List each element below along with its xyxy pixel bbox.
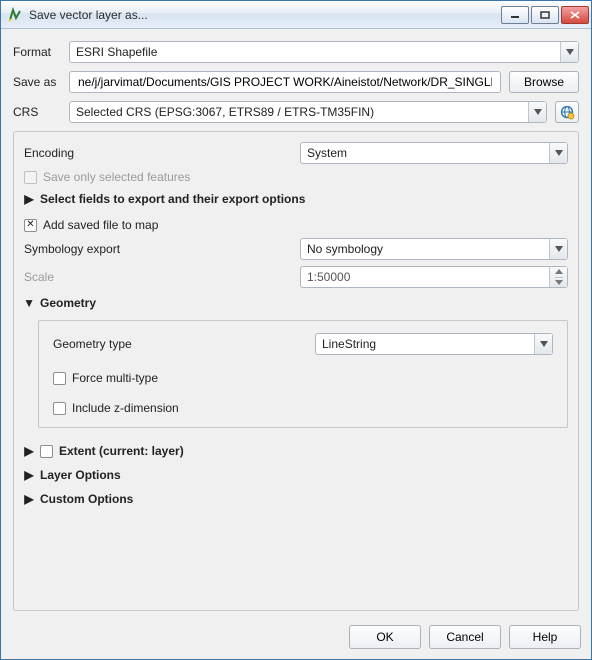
force-multi-label: Force multi-type xyxy=(72,371,158,385)
crs-label: CRS xyxy=(13,105,61,119)
scale-value: 1:50000 xyxy=(307,270,350,284)
geometry-panel: Geometry type LineString Force multi-typ… xyxy=(38,320,568,428)
crs-picker-button[interactable] xyxy=(555,101,579,123)
save-selected-label: Save only selected features xyxy=(43,170,190,184)
layer-options-label: Layer Options xyxy=(40,468,121,482)
force-multi-row: Force multi-type xyxy=(53,371,553,385)
saveas-field[interactable] xyxy=(76,74,494,90)
symbology-select[interactable]: No symbology xyxy=(300,238,568,260)
add-to-map-row: ✕ Add saved file to map xyxy=(24,218,568,232)
geometry-toggle[interactable]: ▼ Geometry xyxy=(24,294,568,312)
extent-checkbox[interactable] xyxy=(40,445,53,458)
dialog-content: Format ESRI Shapefile Save as Browse CRS… xyxy=(1,29,591,617)
app-icon xyxy=(7,7,23,23)
encoding-label: Encoding xyxy=(24,146,294,160)
encoding-select[interactable]: System xyxy=(300,142,568,164)
save-selected-checkbox xyxy=(24,171,37,184)
window-buttons xyxy=(501,6,589,24)
symbology-value: No symbology xyxy=(307,242,383,256)
chevron-right-icon: ▶ xyxy=(24,444,34,458)
saveas-label: Save as xyxy=(13,75,61,89)
force-multi-checkbox[interactable] xyxy=(53,372,66,385)
saveas-input[interactable] xyxy=(69,71,501,93)
geometry-type-value: LineString xyxy=(322,337,376,351)
dialog-window: Save vector layer as... Format ESRI Shap… xyxy=(0,0,592,660)
crs-row: CRS Selected CRS (EPSG:3067, ETRS89 / ET… xyxy=(13,101,579,123)
chevron-down-icon xyxy=(534,334,552,354)
minimize-button[interactable] xyxy=(501,6,529,24)
chevron-right-icon: ▶ xyxy=(24,492,34,506)
scale-label: Scale xyxy=(24,270,294,284)
include-z-row: Include z-dimension xyxy=(53,401,553,415)
scale-row: Scale 1:50000 xyxy=(24,266,568,288)
symbology-label: Symbology export xyxy=(24,242,294,256)
custom-options-toggle[interactable]: ▶ Custom Options xyxy=(24,490,568,508)
select-fields-label: Select fields to export and their export… xyxy=(40,192,305,206)
chevron-down-icon xyxy=(549,143,567,163)
format-select[interactable]: ESRI Shapefile xyxy=(69,41,579,63)
extent-toggle[interactable]: ▶ Extent (current: layer) xyxy=(24,442,568,460)
close-button[interactable] xyxy=(561,6,589,24)
format-row: Format ESRI Shapefile xyxy=(13,41,579,63)
geometry-heading: Geometry xyxy=(40,296,96,310)
geometry-type-label: Geometry type xyxy=(53,337,309,351)
encoding-row: Encoding System xyxy=(24,142,568,164)
chevron-down-icon xyxy=(549,239,567,259)
save-selected-row: Save only selected features xyxy=(24,170,568,184)
chevron-down-icon: ▼ xyxy=(24,296,34,310)
include-z-label: Include z-dimension xyxy=(72,401,179,415)
window-title: Save vector layer as... xyxy=(29,8,501,22)
add-to-map-label: Add saved file to map xyxy=(43,218,158,232)
geometry-type-select[interactable]: LineString xyxy=(315,333,553,355)
include-z-checkbox[interactable] xyxy=(53,402,66,415)
cancel-button[interactable]: Cancel xyxy=(429,625,501,649)
chevron-down-icon xyxy=(528,102,546,122)
chevron-down-icon xyxy=(555,278,563,288)
add-to-map-checkbox[interactable]: ✕ xyxy=(24,219,37,232)
format-label: Format xyxy=(13,45,61,59)
extent-label: Extent (current: layer) xyxy=(59,444,184,458)
format-value: ESRI Shapefile xyxy=(76,45,157,59)
scale-input: 1:50000 xyxy=(300,266,568,288)
help-button[interactable]: Help xyxy=(509,625,581,649)
dialog-footer: OK Cancel Help xyxy=(1,617,591,659)
custom-options-label: Custom Options xyxy=(40,492,133,506)
chevron-up-icon xyxy=(555,267,563,278)
crs-select[interactable]: Selected CRS (EPSG:3067, ETRS89 / ETRS-T… xyxy=(69,101,547,123)
encoding-value: System xyxy=(307,146,347,160)
ok-button[interactable]: OK xyxy=(349,625,421,649)
layer-options-toggle[interactable]: ▶ Layer Options xyxy=(24,466,568,484)
select-fields-toggle[interactable]: ▶ Select fields to export and their expo… xyxy=(24,190,568,208)
maximize-button[interactable] xyxy=(531,6,559,24)
saveas-row: Save as Browse xyxy=(13,71,579,93)
scale-spinner xyxy=(549,267,567,287)
globe-icon xyxy=(559,104,575,120)
options-group: Encoding System Save only selected featu… xyxy=(13,131,579,611)
titlebar: Save vector layer as... xyxy=(1,1,591,29)
chevron-right-icon: ▶ xyxy=(24,468,34,482)
chevron-right-icon: ▶ xyxy=(24,192,34,206)
symbology-row: Symbology export No symbology xyxy=(24,238,568,260)
browse-button[interactable]: Browse xyxy=(509,71,579,93)
geometry-type-row: Geometry type LineString xyxy=(53,333,553,355)
crs-value: Selected CRS (EPSG:3067, ETRS89 / ETRS-T… xyxy=(76,105,374,119)
chevron-down-icon xyxy=(560,42,578,62)
